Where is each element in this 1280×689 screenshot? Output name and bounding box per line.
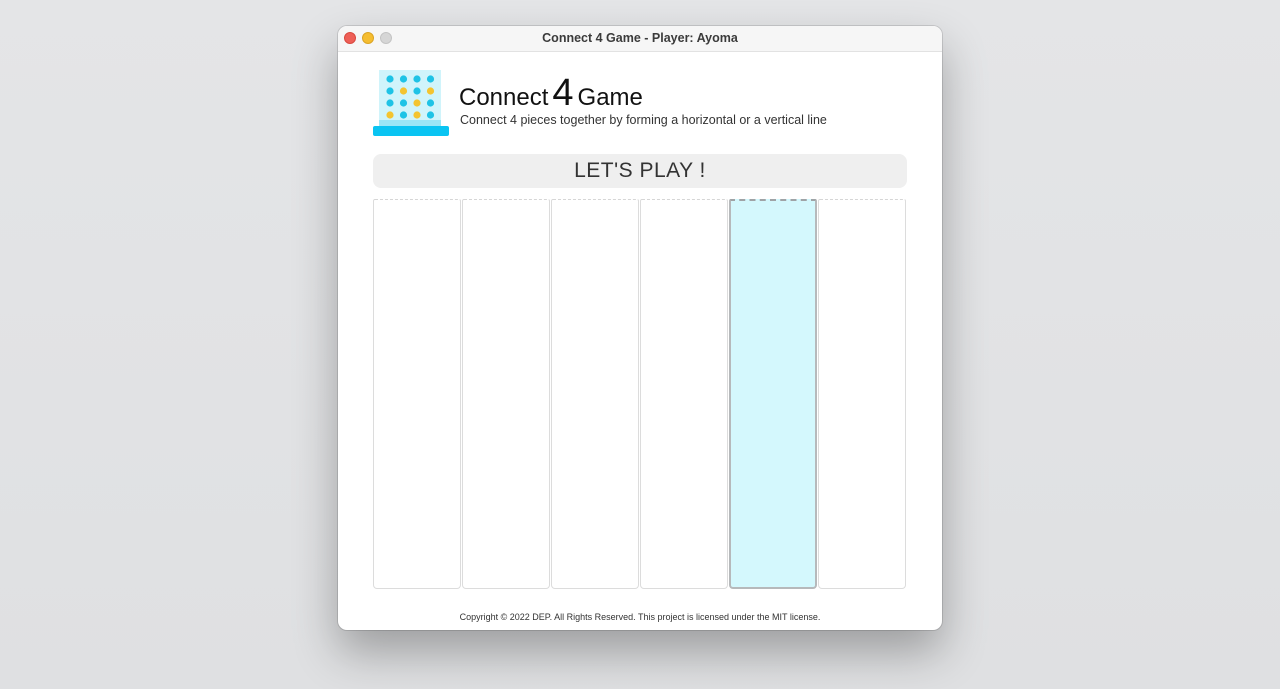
title-number: 4 (552, 72, 574, 114)
title-suffix: Game (577, 84, 643, 111)
board-column-2[interactable] (462, 199, 550, 589)
board-column-1[interactable] (373, 199, 461, 589)
desktop-background: Connect 4 Game - Player: Ayoma Connect 4 G… (0, 0, 1280, 689)
game-board (373, 199, 907, 590)
title-prefix: Connect (459, 84, 549, 111)
copyright-footer: Copyright © 2022 DEP. All Rights Reserve… (459, 612, 821, 622)
connect-four-board-icon (373, 70, 449, 136)
page-title: Connect 4 Game (459, 72, 643, 115)
page-subtitle: Connect 4 pieces together by forming a h… (460, 113, 827, 127)
board-column-5[interactable] (729, 199, 817, 589)
status-banner: LET'S PLAY ! (373, 154, 907, 188)
board-column-6[interactable] (818, 199, 906, 589)
board-column-3[interactable] (551, 199, 639, 589)
board-column-4[interactable] (640, 199, 728, 589)
app-window: Connect 4 Game - Player: Ayoma Connect 4 G… (338, 26, 942, 630)
window-title: Connect 4 Game - Player: Ayoma (542, 31, 738, 45)
title-bar[interactable]: Connect 4 Game - Player: Ayoma (338, 26, 942, 52)
